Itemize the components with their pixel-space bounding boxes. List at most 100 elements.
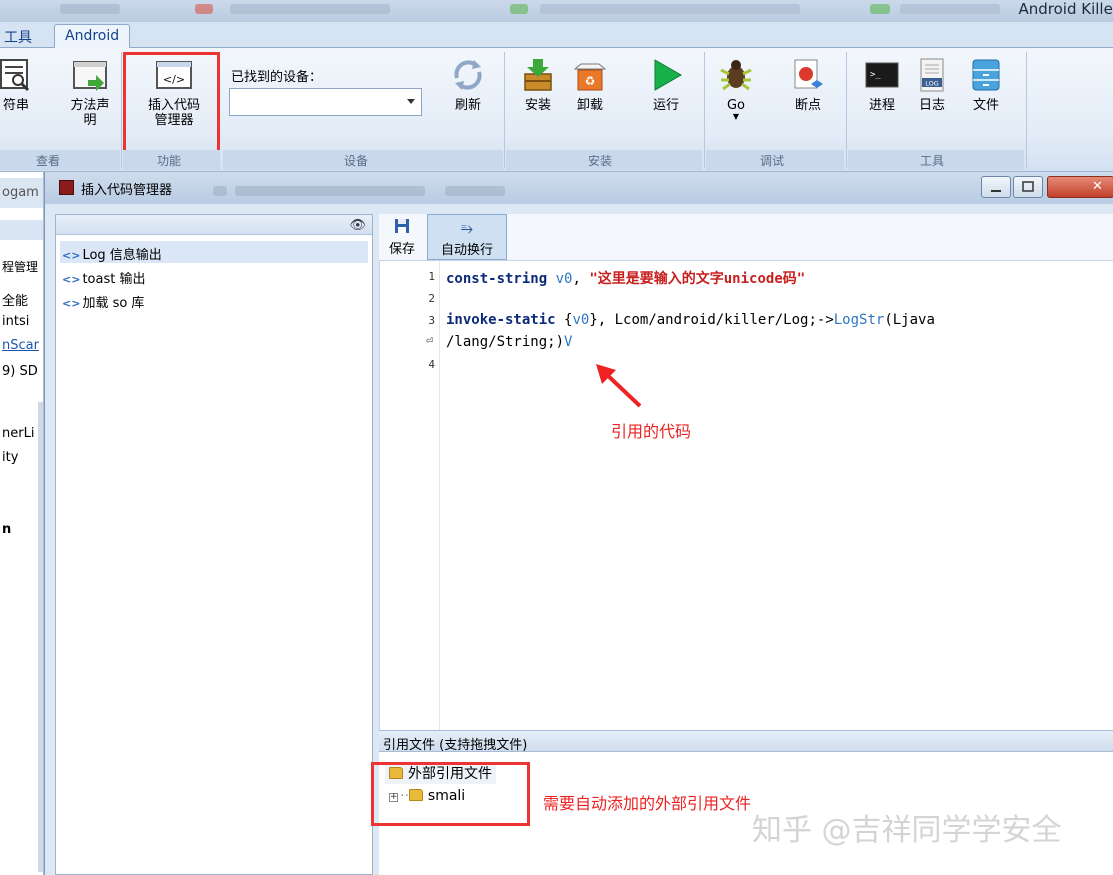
background-link[interactable]: nScar <box>2 338 39 353</box>
eye-icon[interactable]: 👁 <box>349 218 366 233</box>
code-line-1: const-string v0, "这里是要输入的文字unicode码" <box>446 268 805 288</box>
background-item[interactable]: 程管理 <box>2 258 38 275</box>
template-item-load-so[interactable]: <> 加载 so 库 <box>60 289 368 311</box>
code-register: v0 <box>572 312 590 328</box>
background-tab-label[interactable]: ogam <box>2 185 39 200</box>
code-line-3-wrap: /lang/String;)V <box>446 334 572 350</box>
highlight-box <box>371 762 530 826</box>
install-button[interactable]: 安装 <box>518 56 558 113</box>
editor-toolbar: 保存 ⥱ 自动换行 <box>379 214 1113 260</box>
background-item[interactable]: n <box>2 522 11 537</box>
template-label: 加载 so 库 <box>82 296 145 311</box>
tab-tools[interactable]: 工具 <box>0 24 42 48</box>
run-label: 运行 <box>652 98 679 113</box>
code-return-type: V <box>564 334 573 350</box>
blurred-area <box>870 4 890 14</box>
maximize-button[interactable] <box>1013 176 1043 198</box>
breakpoint-button[interactable]: 断点 <box>786 56 830 113</box>
group-label-debug: 调试 <box>760 154 785 168</box>
debug-go-label: Go <box>726 98 746 113</box>
log-label: 日志 <box>918 98 945 113</box>
dialog-title: 插入代码管理器 <box>81 183 173 198</box>
svg-text:♻: ♻ <box>585 74 596 88</box>
code-icon: <> <box>62 297 81 310</box>
string-table-button[interactable]: 符串 <box>0 56 36 113</box>
blurred-area <box>510 4 528 14</box>
word-wrap-icon: ⥱ <box>460 219 473 237</box>
device-label: 已找到的设备： <box>231 70 323 85</box>
log-button[interactable]: LOG 日志 <box>912 56 952 113</box>
save-button[interactable]: 保存 <box>381 214 423 260</box>
file-label: 文件 <box>972 98 999 113</box>
string-table-label: 符串 <box>2 98 29 113</box>
template-item-toast[interactable]: <> toast 输出 <box>60 265 368 287</box>
group-separator <box>846 52 847 168</box>
maximize-icon <box>1022 181 1034 192</box>
line-number: 1 <box>428 270 435 283</box>
code-icon: <> <box>62 249 81 262</box>
cabinet-icon <box>972 59 1000 91</box>
refresh-icon <box>454 60 482 90</box>
annotation-files: 需要自动添加的外部引用文件 <box>543 794 752 813</box>
window-titlebar: Android Killer <box>0 0 1113 22</box>
app-title: Android Killer <box>1018 0 1113 18</box>
code-editor[interactable]: 1 2 3 ⏎ 4 const-string v0, "这里是要输入的文字uni… <box>379 260 1113 731</box>
code-method: LogStr <box>833 312 885 328</box>
device-select[interactable] <box>229 88 422 116</box>
chevron-down-icon: ▼ <box>732 112 740 121</box>
terminal-icon: >_ <box>865 62 899 88</box>
uninstall-label: 卸载 <box>576 98 603 113</box>
background-item[interactable]: nerLi <box>2 426 34 441</box>
method-declaration-button[interactable]: 方法声明 <box>62 56 118 128</box>
line-number: 2 <box>428 292 435 305</box>
template-item-log[interactable]: <> Log 信息输出 <box>60 241 368 263</box>
svg-text:>_: >_ <box>870 70 881 80</box>
wrap-marker-icon: ⏎ <box>425 333 433 347</box>
group-label-tools: 工具 <box>920 154 945 168</box>
log-file-icon: LOG <box>920 58 944 92</box>
recycle-bin-icon: ♻ <box>573 63 607 91</box>
annotation-code: 引用的代码 <box>611 422 692 441</box>
code-type: (Ljava <box>884 312 935 328</box>
code-type: /lang/String;) <box>446 334 565 350</box>
code-punct: , <box>572 271 581 287</box>
save-label: 保存 <box>388 242 415 257</box>
refresh-button[interactable]: 刷新 <box>446 56 490 113</box>
string-table-icon <box>0 59 30 92</box>
background-item[interactable]: ity <box>2 450 18 465</box>
file-button[interactable]: 文件 <box>966 56 1006 113</box>
code-type: }, Lcom/android/killer/Log;-> <box>589 312 834 328</box>
background-item[interactable]: intsi <box>2 314 29 329</box>
blurred-area <box>235 186 425 196</box>
word-wrap-toggle[interactable]: ⥱ 自动换行 <box>427 214 507 260</box>
blurred-area <box>900 4 1000 14</box>
chevron-down-icon <box>407 99 415 104</box>
play-icon <box>654 59 683 91</box>
run-button[interactable]: 运行 <box>644 56 688 113</box>
ribbon-tab-row: 工具 Android <box>0 22 1113 48</box>
minimize-button[interactable] <box>981 176 1011 198</box>
background-item[interactable]: 9) SD <box>2 364 38 379</box>
dialog-titlebar[interactable]: 插入代码管理器 ✕ <box>45 172 1113 204</box>
method-declaration-icon <box>73 61 107 91</box>
tab-android[interactable]: Android <box>54 24 131 48</box>
refresh-label: 刷新 <box>454 98 481 113</box>
minimize-icon <box>991 190 1001 192</box>
background-item[interactable]: 全能 <box>2 290 28 309</box>
insert-code-manager-dialog: 插入代码管理器 ✕ 👁 <> Log 信息输出 <> toast 输出 <> 加载 s… <box>44 172 1113 875</box>
template-label: Log 信息输出 <box>82 248 162 263</box>
process-button[interactable]: >_ 进程 <box>862 56 902 113</box>
floppy-icon <box>381 218 423 236</box>
install-label: 安装 <box>524 98 551 113</box>
close-button[interactable]: ✕ <box>1047 176 1113 198</box>
uninstall-button[interactable]: ♻ 卸载 <box>570 56 610 113</box>
code-line-3: invoke-static {v0}, Lcom/android/killer/… <box>446 312 935 328</box>
breakpoint-label: 断点 <box>794 98 821 113</box>
debug-go-button[interactable]: Go ▼ <box>716 56 756 121</box>
code-icon: <> <box>62 273 81 286</box>
install-icon <box>524 59 552 91</box>
blurred-area <box>445 186 505 196</box>
code-op: invoke-static <box>446 312 556 328</box>
bug-icon <box>720 60 752 91</box>
background-window-strip: ogam 程管理 全能 intsi nScar 9) SD nerLi ity … <box>0 172 44 875</box>
